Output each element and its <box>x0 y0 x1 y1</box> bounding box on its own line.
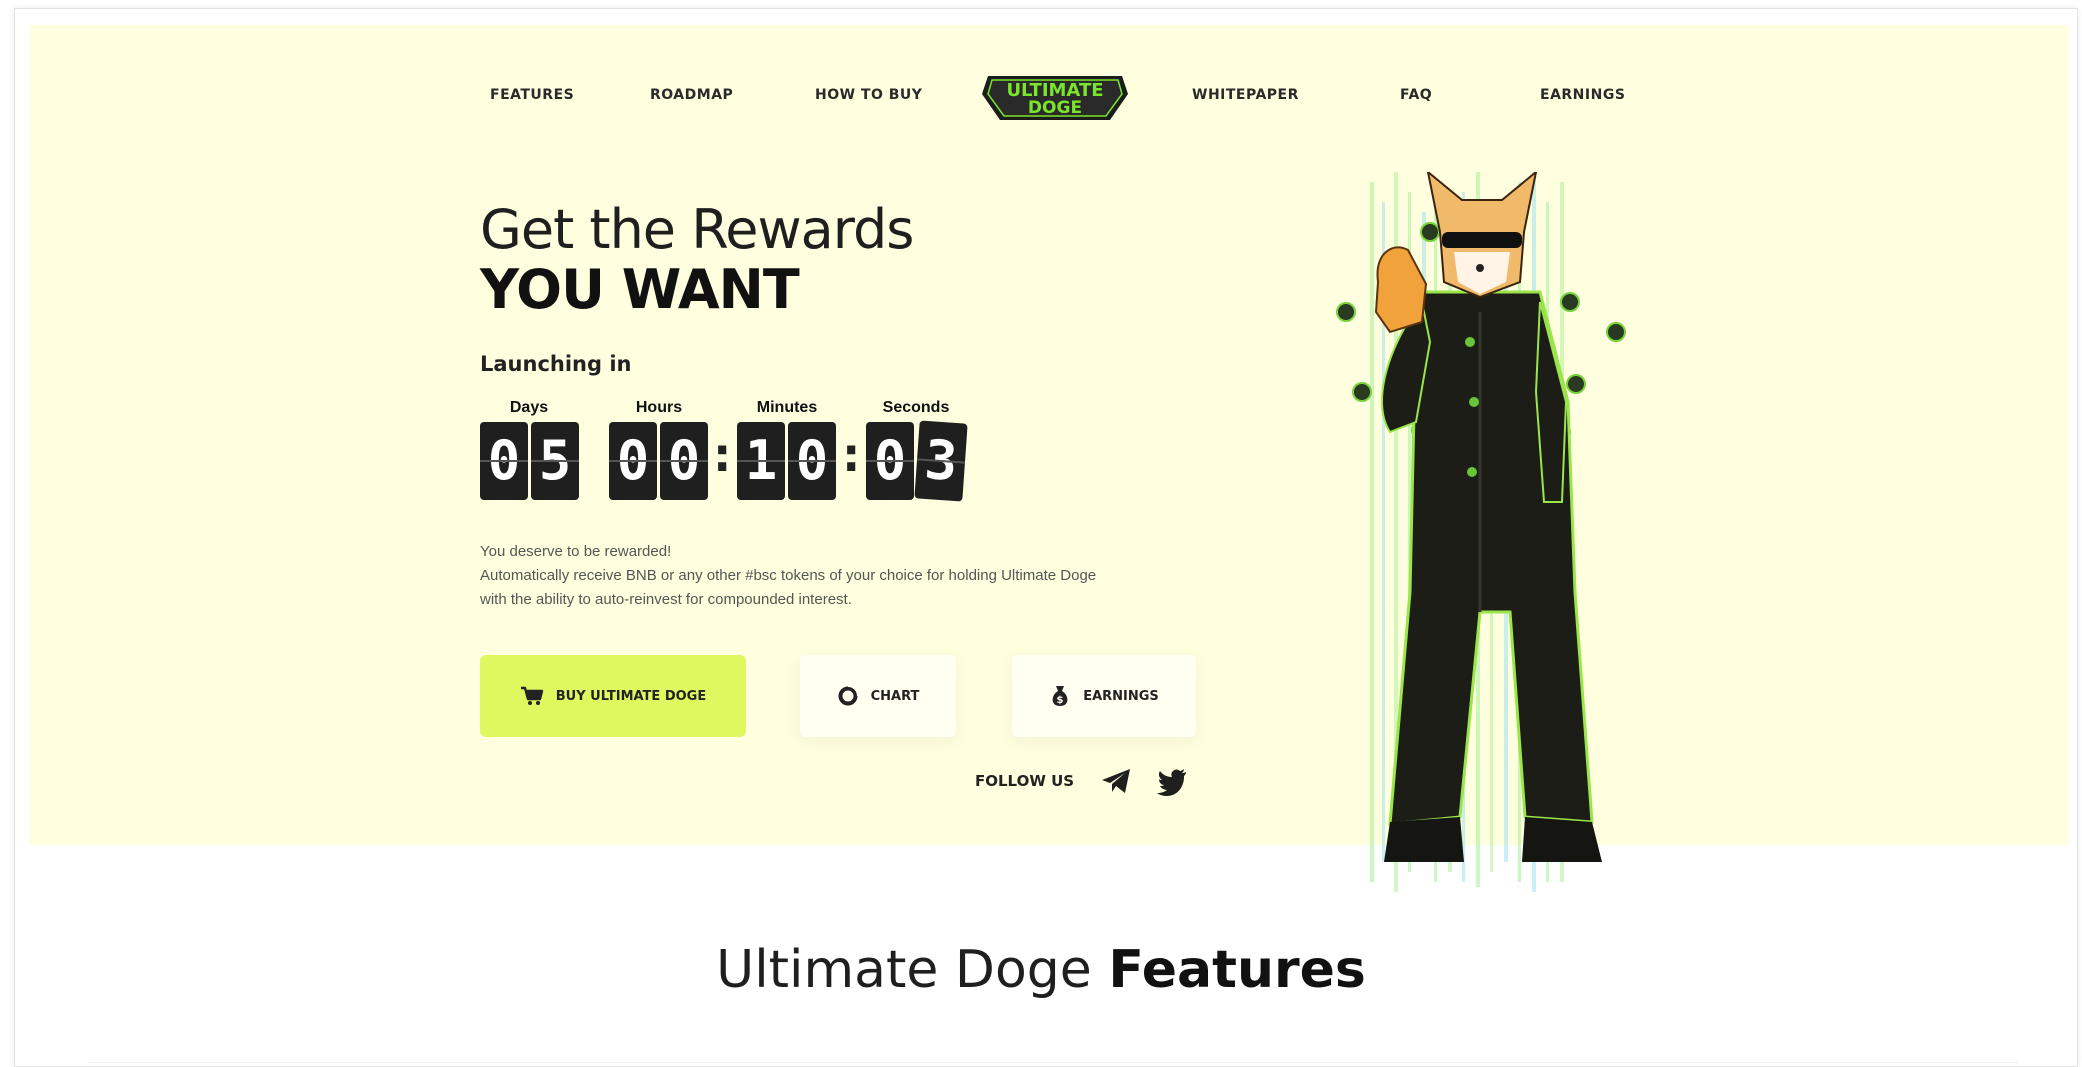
follow-us-label: FOLLOW US <box>975 772 1075 790</box>
features-title-bold: Features <box>1108 940 1366 1000</box>
countdown-days-digit-2: 5 <box>531 422 579 500</box>
twitter-icon[interactable] <box>1156 766 1188 796</box>
countdown-label-seconds: Seconds <box>882 399 950 416</box>
nav-whitepaper[interactable]: WHITEPAPER <box>1192 87 1299 103</box>
buy-ultimate-doge-button[interactable]: BUY ULTIMATE DOGE <box>480 655 746 737</box>
hero-title-line2: YOU WANT <box>480 258 800 321</box>
countdown-hours-digit-2: 0 <box>660 422 708 500</box>
chart-ring-icon <box>838 685 859 706</box>
cart-icon <box>520 686 543 705</box>
description-line: You deserve to be rewarded! <box>480 543 672 560</box>
hero-description: You deserve to be rewarded! Automaticall… <box>480 540 1240 612</box>
countdown-colon: : <box>842 428 861 482</box>
chart-button-label: CHART <box>870 688 920 704</box>
chart-button[interactable]: CHART <box>800 655 956 737</box>
countdown-hours-digit-1: 0 <box>609 422 657 500</box>
countdown-label-minutes: Minutes <box>756 399 818 416</box>
launching-label: Launching in <box>480 352 632 376</box>
buy-button-label: BUY ULTIMATE DOGE <box>555 688 707 704</box>
hero-title-line1: Get the Rewards <box>480 198 914 261</box>
description-line: with the ability to auto-reinvest for co… <box>480 591 852 608</box>
countdown-minutes-digit-2: 0 <box>788 422 836 500</box>
section-divider <box>88 1062 2018 1063</box>
ultimate-doge-character-illustration <box>1336 172 1626 892</box>
countdown-days-digit-1: 0 <box>480 422 528 500</box>
earnings-button-label: EARNINGS <box>1083 688 1159 704</box>
money-bag-icon: $ <box>1052 686 1068 706</box>
description-line: Automatically receive BNB or any other #… <box>480 567 1097 584</box>
features-title-regular: Ultimate Doge <box>716 940 1109 1000</box>
countdown-seconds-digit-1: 0 <box>866 422 914 500</box>
countdown-colon: : <box>713 428 732 482</box>
logo-text-line2: DOGE <box>1028 98 1082 118</box>
earnings-button[interactable]: $ EARNINGS <box>1012 655 1196 737</box>
countdown-label-days: Days <box>509 399 549 416</box>
ultimate-doge-logo[interactable]: ULTIMATE DOGE <box>982 72 1128 124</box>
countdown-label-hours: Hours <box>635 399 683 416</box>
nav-features[interactable]: FEATURES <box>490 87 574 103</box>
features-section-title: Ultimate Doge Features <box>0 940 2082 1000</box>
countdown-minutes-digit-1: 1 <box>737 422 785 500</box>
telegram-icon[interactable] <box>1100 766 1132 796</box>
svg-text:$: $ <box>1057 695 1064 706</box>
nav-how-to-buy[interactable]: HOW TO BUY <box>815 87 922 103</box>
countdown-seconds-digit-2: 3 <box>914 420 968 502</box>
nav-earnings[interactable]: EARNINGS <box>1540 87 1625 103</box>
nav-roadmap[interactable]: ROADMAP <box>650 87 733 103</box>
nav-faq[interactable]: FAQ <box>1400 87 1432 103</box>
